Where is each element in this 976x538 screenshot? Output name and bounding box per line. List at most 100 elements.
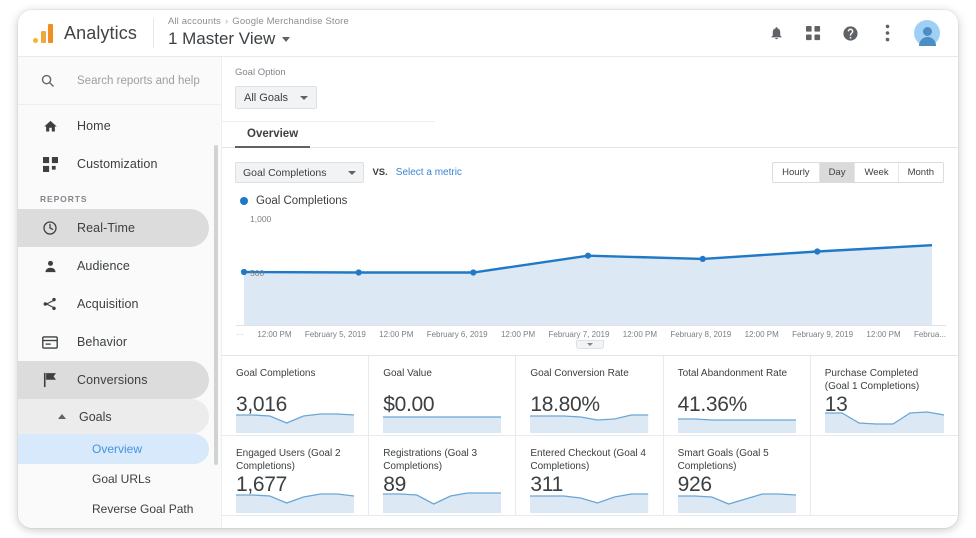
metric-card[interactable]: Smart Goals (Goal 5 Completions)926 [664, 436, 811, 516]
sidebar-item-label: Reverse Goal Path [92, 502, 193, 516]
metric-card[interactable]: Total Abandonment Rate41.36% [664, 356, 811, 436]
sidebar-item-label: Goals [79, 410, 112, 424]
metric-card-title: Engaged Users (Goal 2 Completions) [236, 448, 354, 473]
granularity-day[interactable]: Day [820, 163, 856, 182]
chart-x-axis: ···12:00 PMFebruary 5, 201912:00 PMFebru… [236, 325, 946, 339]
sidebar-item-acquisition[interactable]: Acquisition [18, 285, 209, 323]
account-selector[interactable]: All accounts › Google Merchandise Store 1 … [168, 17, 349, 48]
sidebar-scrollbar[interactable] [214, 145, 218, 465]
metric-card[interactable]: Goal Conversion Rate18.80% [516, 356, 663, 436]
metric-card[interactable]: Entered Checkout (Goal 4 Completions)311 [516, 436, 663, 516]
vs-label: VS. [372, 167, 387, 178]
window-icon [40, 335, 60, 350]
sidebar-item-reverse-goal-path[interactable]: Reverse Goal Path [18, 494, 209, 524]
x-tick: Februa... [914, 330, 946, 339]
person-icon [40, 259, 60, 274]
sparkline [383, 489, 501, 513]
sidebar-item-conversions[interactable]: Conversions [18, 361, 209, 399]
chart-collapse-handle[interactable] [576, 340, 604, 349]
granularity-week[interactable]: Week [855, 163, 898, 182]
sidebar-item-audience[interactable]: Audience [18, 247, 209, 285]
goal-option-select[interactable]: All Goals [235, 86, 317, 109]
metric-card-title: Goal Completions [236, 368, 354, 393]
sidebar-section-reports: REPORTS [18, 183, 221, 209]
customization-icon [40, 157, 60, 172]
sidebar-item-home[interactable]: Home [18, 107, 209, 145]
sparkline [236, 409, 354, 433]
x-tick: February 7, 2019 [549, 330, 610, 339]
tab-overview[interactable]: Overview [235, 128, 310, 148]
sparkline [383, 409, 501, 433]
metric-card-title: Smart Goals (Goal 5 Completions) [678, 448, 796, 473]
breadcrumb-sep: › [225, 16, 228, 27]
analytics-logo-icon [33, 23, 53, 43]
search-icon [40, 73, 58, 88]
tabs: Overview [222, 122, 958, 148]
metric-select-value: Goal Completions [243, 167, 326, 179]
metric-card-empty [811, 436, 958, 516]
brand[interactable]: Analytics [28, 23, 137, 44]
x-tick: 12:00 PM [623, 330, 657, 339]
home-icon [40, 119, 60, 134]
y-tick-500: 500 [250, 268, 264, 278]
legend-label: Goal Completions [256, 195, 347, 207]
chevron-down-icon [300, 96, 308, 100]
sparkline [236, 489, 354, 513]
sidebar-item-label: Audience [77, 259, 130, 273]
search-placeholder: Search reports and help [77, 75, 200, 87]
more-vert-icon[interactable] [877, 23, 897, 43]
help-icon[interactable] [840, 23, 860, 43]
x-tick: 12:00 PM [745, 330, 779, 339]
granularity-toggle: Hourly Day Week Month [772, 162, 944, 183]
sidebar-item-goals[interactable]: Goals [18, 399, 209, 434]
breadcrumb-account[interactable]: Google Merchandise Store [232, 16, 349, 27]
breadcrumb-root[interactable]: All accounts [168, 16, 221, 27]
sidebar-item-label: Goal URLs [92, 472, 151, 486]
sidebar: Search reports and help Home Customizati… [18, 57, 222, 528]
bell-icon[interactable] [766, 23, 786, 43]
sidebar-item-goal-urls[interactable]: Goal URLs [18, 464, 209, 494]
chevron-up-icon [58, 414, 66, 419]
granularity-month[interactable]: Month [899, 163, 943, 182]
header-divider [153, 18, 154, 48]
main-chart[interactable]: 1,000 500 [236, 212, 946, 325]
sidebar-item-label: Overview [92, 442, 142, 456]
x-tick: February 8, 2019 [670, 330, 731, 339]
view-name-dropdown[interactable]: 1 Master View [168, 30, 349, 49]
sidebar-item-label: Behavior [77, 335, 127, 349]
y-tick-1000: 1,000 [250, 214, 271, 224]
metric-card-title: Total Abandonment Rate [678, 368, 796, 393]
granularity-hourly[interactable]: Hourly [773, 163, 819, 182]
apps-grid-icon[interactable] [803, 23, 823, 43]
legend-dot-icon [240, 197, 248, 205]
sidebar-item-funnel-visualization[interactable]: Funnel Visualization [18, 524, 209, 528]
x-tick: 12:00 PM [501, 330, 535, 339]
sidebar-item-label: Acquisition [77, 297, 139, 311]
analytics-window: Analytics All accounts › Google Merchandis… [18, 10, 958, 528]
metric-card[interactable]: Goal Value$0.00 [369, 356, 516, 436]
app-body: Search reports and help Home Customizati… [18, 57, 958, 528]
clock-icon [40, 220, 60, 236]
search-input[interactable]: Search reports and help [18, 57, 221, 105]
metric-card[interactable]: Engaged Users (Goal 2 Completions)1,677 [222, 436, 369, 516]
sidebar-item-real-time[interactable]: Real-Time [18, 209, 209, 247]
sidebar-item-customization[interactable]: Customization [18, 145, 209, 183]
goal-option-bar: Goal Option All Goals [222, 57, 435, 122]
metric-card[interactable]: Registrations (Goal 3 Completions)89 [369, 436, 516, 516]
metric-card-title: Purchase Completed (Goal 1 Completions) [825, 368, 944, 393]
avatar[interactable] [914, 20, 940, 46]
sidebar-item-overview[interactable]: Overview [18, 434, 209, 464]
x-tick: 12:00 PM [866, 330, 900, 339]
sparkline [678, 489, 796, 513]
metric-card[interactable]: Goal Completions3,016 [222, 356, 369, 436]
sidebar-nav: Home Customization REPORTS Real-Time [18, 105, 221, 528]
metric-card-title: Entered Checkout (Goal 4 Completions) [530, 448, 648, 473]
sidebar-item-behavior[interactable]: Behavior [18, 323, 209, 361]
select-a-metric-link[interactable]: Select a metric [396, 167, 462, 178]
x-tick: February 5, 2019 [305, 330, 366, 339]
metric-select[interactable]: Goal Completions [235, 162, 364, 183]
x-tick: February 9, 2019 [792, 330, 853, 339]
sidebar-item-label: Home [77, 119, 111, 133]
chevron-down-icon [348, 171, 356, 175]
metric-card[interactable]: Purchase Completed (Goal 1 Completions)1… [811, 356, 958, 436]
